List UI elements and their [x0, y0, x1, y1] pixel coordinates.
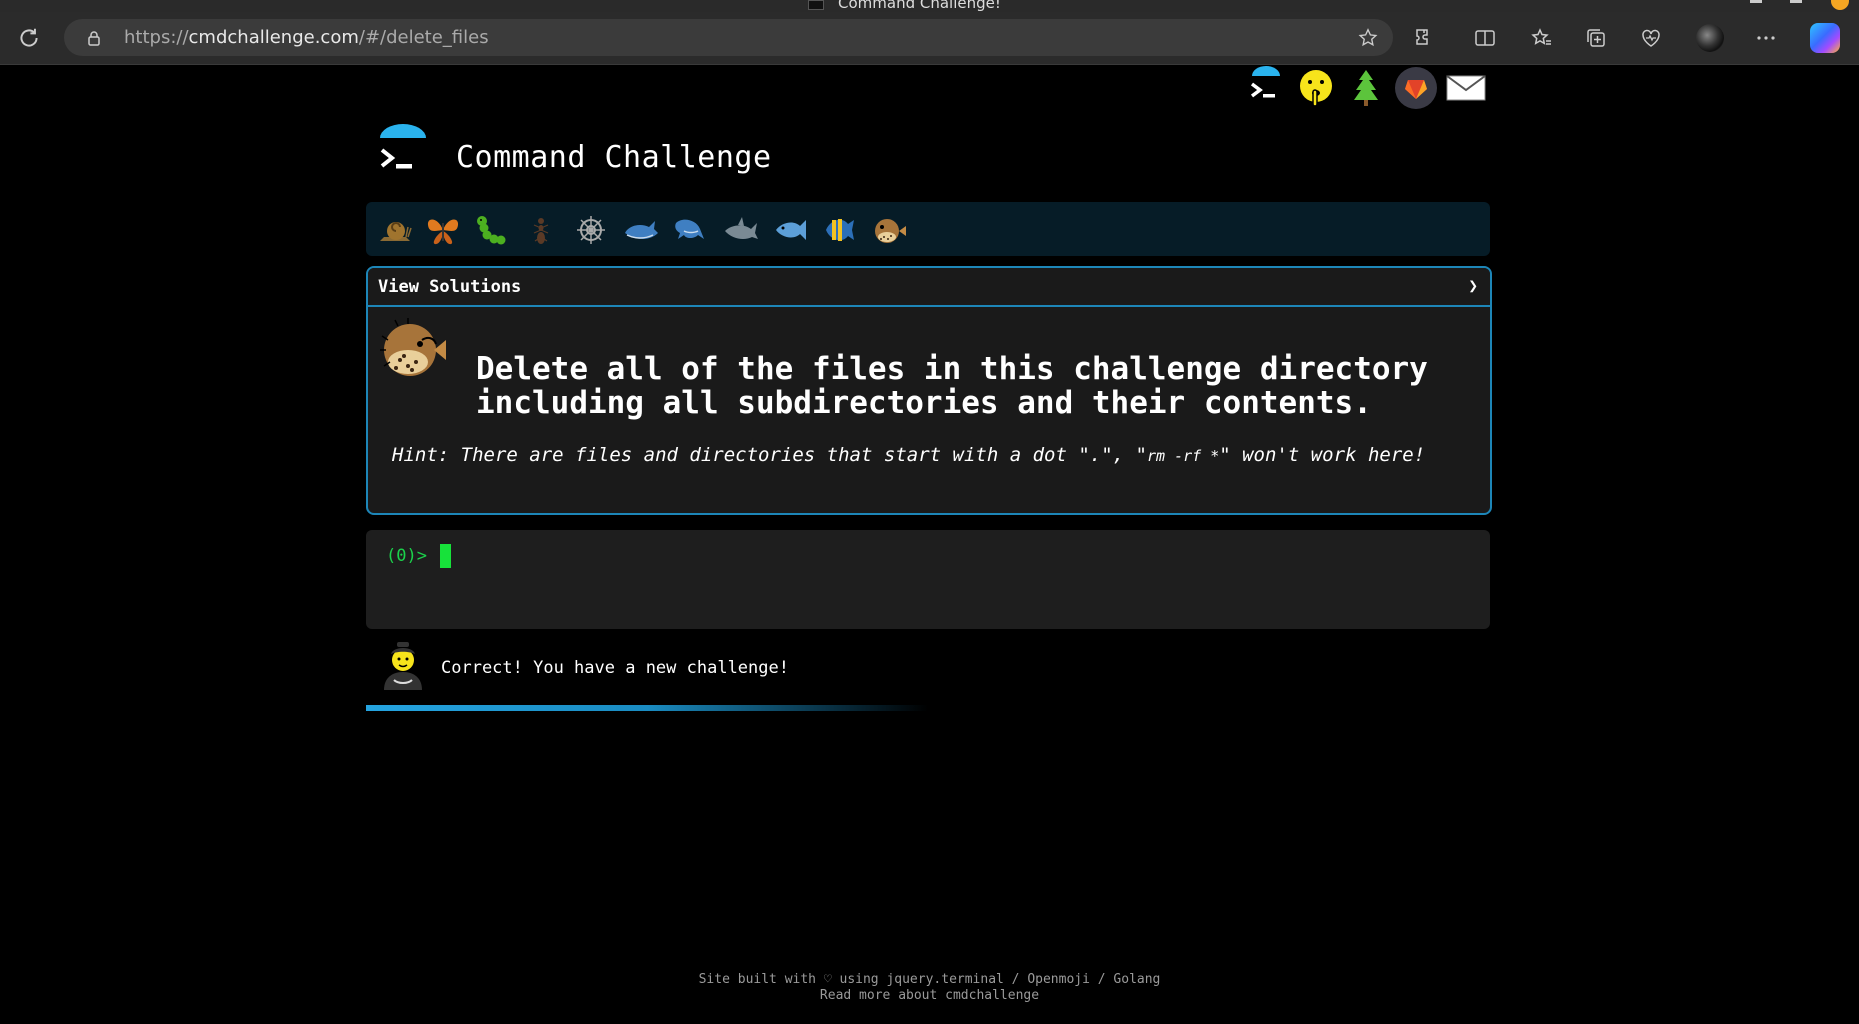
tree-icon[interactable] — [1344, 66, 1388, 110]
window-titlebar: Command Challenge! — [0, 0, 1859, 12]
progress-bar-fill — [366, 705, 928, 711]
hint-suffix: " won't work here! — [1219, 444, 1426, 466]
terminal-cursor[interactable] — [440, 544, 451, 568]
favorites-icon[interactable] — [1530, 26, 1554, 50]
tab-favicon — [808, 0, 824, 10]
url-path: /#/delete_files — [358, 27, 489, 48]
whale-icon[interactable] — [622, 211, 660, 249]
favorite-star-icon[interactable] — [1357, 27, 1379, 49]
view-solutions-toggle[interactable]: View Solutions ❯ — [368, 268, 1490, 307]
ant-icon[interactable] — [522, 211, 560, 249]
footer: Site built with ♡ using jquery.terminal … — [0, 972, 1859, 1004]
browser-toolbar: https://cmdchallenge.com/#/delete_files — [0, 12, 1859, 65]
tropical-fish-icon[interactable] — [820, 211, 858, 249]
challenge-progress-bar — [366, 202, 1490, 256]
close-button[interactable] — [1831, 0, 1849, 10]
blowfish-icon — [380, 318, 446, 376]
caterpillar-icon[interactable] — [472, 211, 510, 249]
person-avatar-icon — [384, 642, 422, 690]
tab-title[interactable]: Command Challenge! — [838, 0, 1001, 12]
profile-avatar[interactable] — [1696, 24, 1724, 52]
footer-about-link[interactable]: Read more about cmdchallenge — [0, 988, 1859, 1004]
site-title[interactable]: Command Challenge — [456, 140, 772, 175]
terminal[interactable]: (0)> — [366, 530, 1490, 629]
url-text[interactable]: https://cmdchallenge.com/#/delete_files — [124, 27, 489, 48]
terminal-logo-icon[interactable] — [1244, 66, 1288, 110]
gitlab-icon[interactable] — [1394, 66, 1438, 110]
lock-icon[interactable] — [86, 30, 102, 46]
maximize-button[interactable] — [1790, 0, 1802, 3]
shushing-face-icon[interactable] — [1294, 66, 1338, 110]
dolphin-icon[interactable] — [670, 211, 708, 249]
hint-prefix: Hint: There are files and directories th… — [392, 444, 1147, 466]
shark-icon[interactable] — [722, 211, 760, 249]
challenge-description: Delete all of the files in this challeng… — [476, 351, 1428, 421]
minimize-button[interactable] — [1750, 0, 1762, 3]
footer-credits[interactable]: Site built with ♡ using jquery.terminal … — [0, 972, 1859, 988]
address-bar[interactable]: https://cmdchallenge.com/#/delete_files — [64, 19, 1393, 56]
url-prefix: https:// — [124, 27, 189, 48]
url-host: cmdchallenge.com — [188, 27, 359, 48]
butterfly-icon[interactable] — [424, 211, 462, 249]
chevron-right-icon: ❯ — [1468, 276, 1478, 295]
fish-icon[interactable] — [772, 211, 810, 249]
challenge-hint: Hint: There are files and directories th… — [392, 444, 1425, 466]
split-screen-icon[interactable] — [1473, 26, 1497, 50]
blowfish-icon[interactable] — [870, 211, 908, 249]
snail-icon[interactable] — [376, 211, 414, 249]
status-message: Correct! You have a new challenge! — [441, 658, 789, 678]
view-solutions-label: View Solutions — [378, 277, 522, 297]
compass-icon[interactable] — [572, 211, 610, 249]
terminal-prompt: (0)> — [386, 546, 427, 566]
mail-icon[interactable] — [1444, 66, 1488, 110]
site-logo-icon[interactable] — [376, 124, 430, 180]
extensions-icon[interactable] — [1412, 26, 1436, 50]
browser-essentials-icon[interactable] — [1639, 26, 1663, 50]
collections-icon[interactable] — [1584, 26, 1608, 50]
progress-bar — [366, 705, 1490, 711]
more-menu-icon[interactable] — [1754, 26, 1778, 50]
hint-code: rm -rf * — [1146, 447, 1220, 465]
copilot-icon[interactable] — [1810, 23, 1840, 53]
challenge-panel: View Solutions ❯ Delete all of the files… — [366, 266, 1492, 515]
reload-icon[interactable] — [16, 25, 42, 51]
